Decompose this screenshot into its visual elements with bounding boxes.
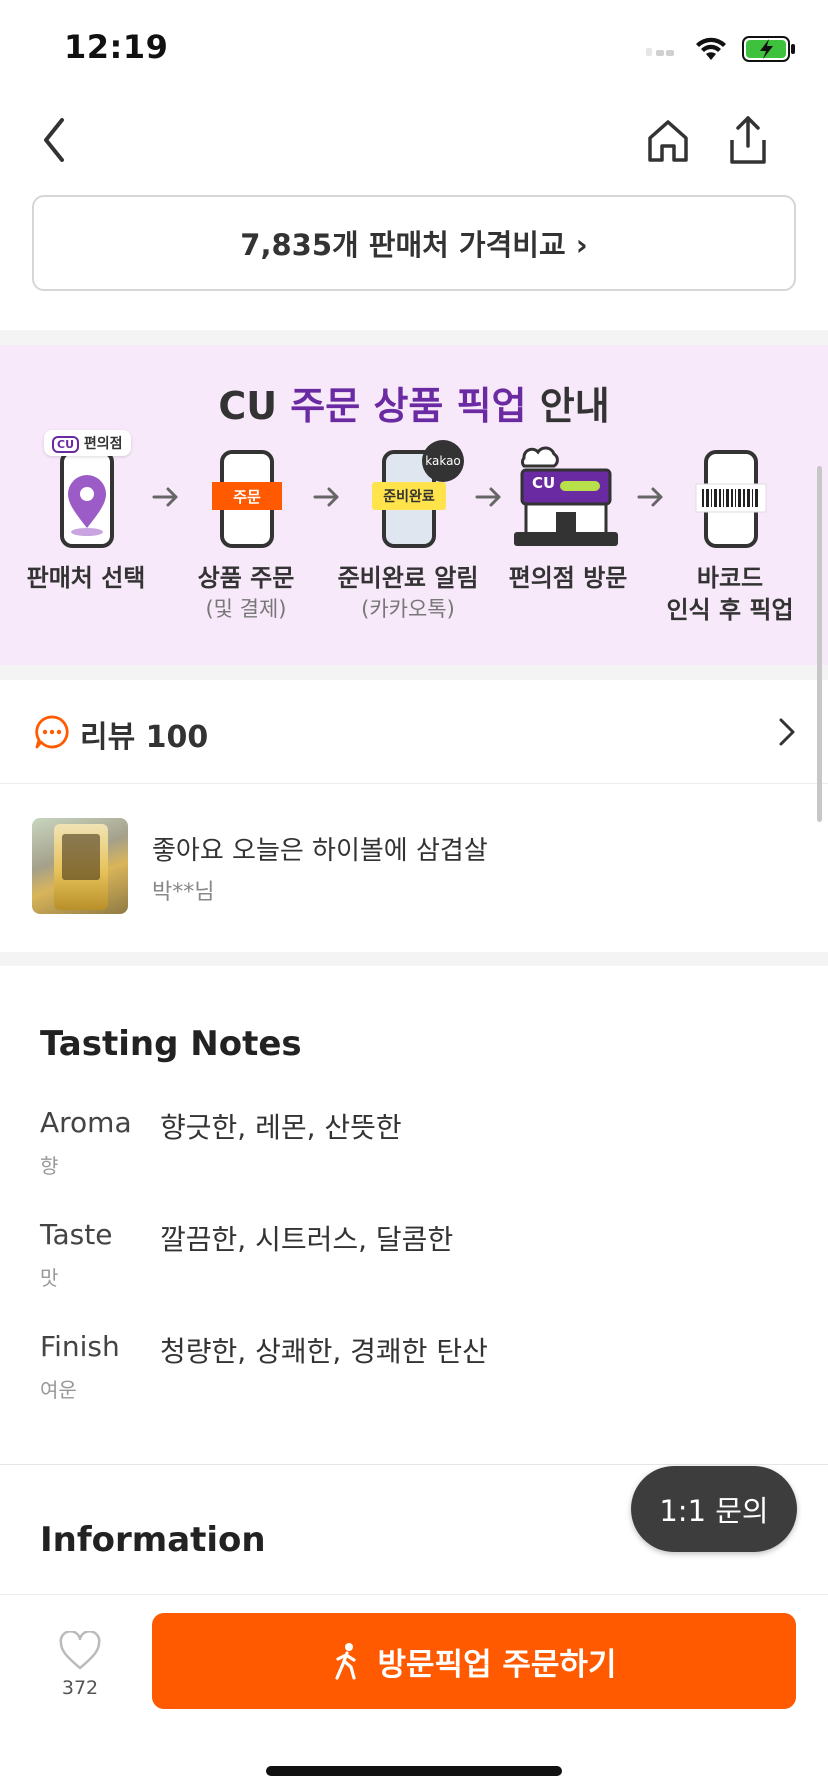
pickup-step-barcode: 바코드 인식 후 픽업 [650,440,810,626]
nav-bar [0,100,828,190]
store-icon [514,446,618,546]
note-key-sub: 여운 [40,1378,77,1402]
note-value: 깔끔한, 시트러스, 달콤한 [160,1223,454,1256]
price-compare-button[interactable]: 7,835개 판매처 가격비교 › [32,195,796,291]
chevron-right-icon[interactable] [776,716,798,748]
status-bar: 12:19 [0,0,828,100]
pickup-title-suffix: 안내 [526,384,610,428]
step-label: 판매처 선택 [26,564,146,592]
note-key-sub: 맛 [40,1266,59,1290]
tasting-notes-title: Tasting Notes [40,1024,302,1064]
step-label: 편의점 방문 [508,564,628,592]
wifi-icon [696,37,726,60]
pickup-order-label: 방문픽업 주문하기 [377,1646,617,1683]
order-badge: 주문 [212,482,282,510]
step-label: 준비완료 알림 [337,564,479,592]
section-gap [0,330,828,345]
step-label: 바코드 [696,564,764,592]
ready-badge: 준비완료 [372,482,446,510]
pickup-title-prefix: CU [218,384,291,428]
review-item[interactable]: 좋아요 오늘은 하이볼에 삼겹살 박**님 [0,808,828,918]
review-text: 좋아요 오늘은 하이볼에 삼겹살 [152,836,488,866]
signal-icon [646,48,674,56]
step-sub: (및 결제) [205,597,287,621]
map-pin-phone-icon [60,450,114,548]
pickup-title-highlight: 주문 상품 픽업 [290,384,527,428]
note-key: Finish [40,1330,120,1363]
store-badge: CU 편의점 [44,430,131,456]
like-button[interactable]: 372 [52,1630,108,1711]
section-gap [0,665,828,680]
chat-bubble-icon [35,715,69,749]
home-icon[interactable] [644,112,692,168]
pickup-step-select-seller: CU 편의점 판매처 선택 [6,430,166,594]
status-time: 12:19 [64,28,169,66]
tasting-note-aroma: Aroma 향 향긋한, 레몬, 산뜻한 [40,1106,800,1206]
battery-charging-icon [742,36,795,62]
pickup-order-button[interactable]: 방문픽업 주문하기 [152,1613,796,1709]
pickup-guide: CU 주문 상품 픽업 안내 CU 편의점 판매처 선택 주문 상품 주문 (및… [0,345,828,665]
review-thumbnail [32,818,128,914]
bottom-action-bar: 372 방문픽업 주문하기 [0,1594,828,1792]
cu-store-sign: CU [532,474,556,492]
inquiry-button[interactable]: 1:1 문의 [631,1466,797,1552]
status-icons [646,36,796,62]
share-icon[interactable] [724,110,772,170]
kakao-badge: kakao [422,440,464,482]
review-title: 리뷰 100 [80,720,209,755]
divider [0,1464,828,1465]
note-key-sub: 향 [40,1154,59,1178]
home-indicator [266,1766,562,1776]
step-sub: (카카오톡) [361,597,455,621]
note-key: Taste [40,1218,113,1251]
step-label: 상품 주문 [197,564,295,592]
store-badge-cu: CU [52,436,80,453]
step-label-second-line: 인식 후 픽업 [666,596,794,624]
review-author: 박**님 [152,880,215,905]
note-value: 청량한, 상쾌한, 경쾌한 탄산 [160,1335,488,1368]
store-badge-label: 편의점 [83,436,123,452]
note-value: 향긋한, 레몬, 산뜻한 [160,1111,402,1144]
information-title: Information [40,1520,266,1560]
pickup-step-visit-store: CU 편의점 방문 [488,440,648,594]
note-key: Aroma [40,1106,132,1139]
pickup-title: CU 주문 상품 픽업 안내 [0,375,828,430]
review-header[interactable]: 리뷰 100 [0,682,828,784]
tasting-note-taste: Taste 맛 깔끔한, 시트러스, 달콤한 [40,1218,800,1318]
pickup-step-order: 주문 상품 주문 (및 결제) [166,440,326,624]
phone-barcode-icon [695,450,767,548]
pickup-step-notify: kakao 준비완료 준비완료 알림 (카카오톡) [328,440,488,624]
like-count: 372 [61,1677,99,1699]
walking-person-icon [334,1643,356,1680]
scrollbar-thumb[interactable] [817,466,822,822]
section-gap [0,952,828,966]
tasting-note-finish: Finish 여운 청량한, 상쾌한, 경쾌한 탄산 [40,1330,800,1430]
back-icon[interactable] [34,110,84,170]
heart-icon [59,1630,101,1670]
